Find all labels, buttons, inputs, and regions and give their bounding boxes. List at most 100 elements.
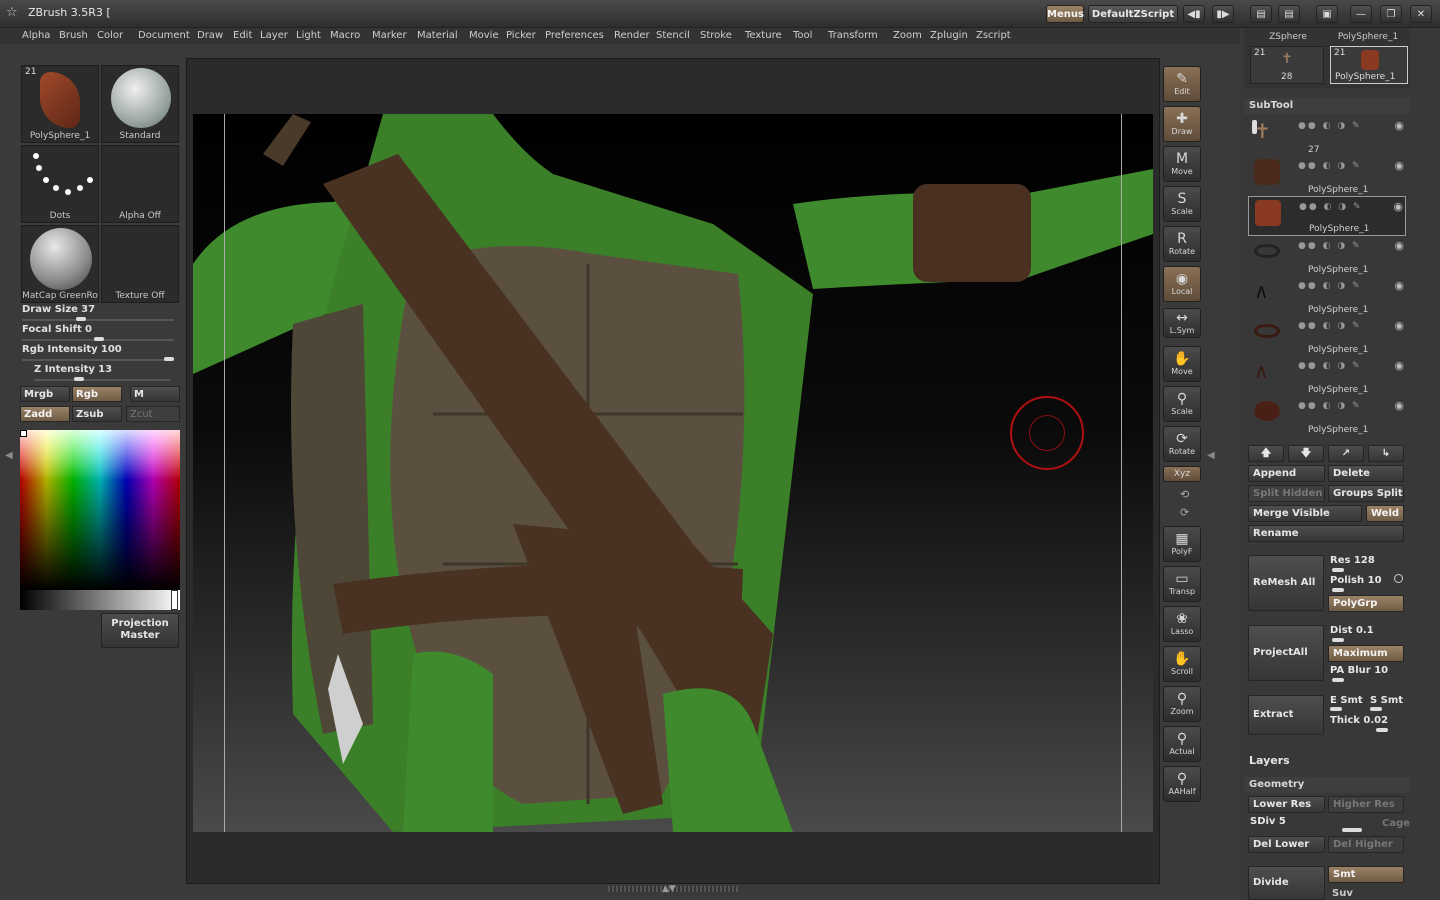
higher-res-button[interactable]: Higher Res <box>1328 796 1404 813</box>
menu-material[interactable]: Material <box>417 28 458 44</box>
polish-slider[interactable]: Polish 10 <box>1330 575 1382 586</box>
lasso-button[interactable]: ❀ Lasso <box>1163 606 1201 642</box>
right-tray-toggle-icon[interactable]: ◀ <box>1207 450 1215 466</box>
subtool-header[interactable]: SubTool <box>1244 98 1410 114</box>
eye-icon[interactable]: ◉ <box>1394 119 1404 132</box>
menu-stencil[interactable]: Stencil <box>656 28 690 44</box>
groups-split-button[interactable]: Groups Split <box>1328 485 1404 502</box>
material-thumb[interactable]: MatCap GreenRo <box>21 225 99 303</box>
slider-knob[interactable] <box>94 337 104 341</box>
draw-size-slider[interactable]: Draw Size 37 <box>22 304 178 322</box>
tray-left-icon[interactable]: ▤ <box>1250 5 1272 23</box>
polygrp-button[interactable]: PolyGrp <box>1328 595 1404 612</box>
menu-picker[interactable]: Picker <box>506 28 536 44</box>
cage-button[interactable]: Cage <box>1382 818 1410 829</box>
remesh-all-button[interactable]: ReMesh All <box>1248 555 1324 611</box>
rename-button[interactable]: Rename <box>1248 525 1404 542</box>
scroll-button[interactable]: ✋ Scroll <box>1163 646 1201 682</box>
focal-shift-slider[interactable]: Focal Shift 0 <box>22 324 178 342</box>
e-smt-slider[interactable]: E Smt <box>1330 695 1363 706</box>
subtool-toggles[interactable]: ●● ◐ ◑ ✎ <box>1298 361 1362 371</box>
scale-mode-button[interactable]: S Scale <box>1163 186 1201 222</box>
subtool-item[interactable]: ∧ ●● ◐ ◑ ✎ ◉ PolySphere_1 <box>1248 356 1406 396</box>
layout-next-icon[interactable]: ▮▶ <box>1212 5 1234 23</box>
menu-zoom[interactable]: Zoom <box>893 28 922 44</box>
subtool-item[interactable]: ●● ◐ ◑ ✎ ◉ PolySphere_1 <box>1248 156 1406 196</box>
suv-button[interactable]: Suv <box>1332 888 1353 899</box>
subtool-toggles[interactable]: ●● ◐ ◑ ✎ <box>1299 202 1363 212</box>
subtool-item[interactable]: ●● ◐ ◑ ✎ ◉ PolySphere_1 <box>1248 236 1406 276</box>
zcut-button[interactable]: Zcut <box>126 406 180 422</box>
mrgb-button[interactable]: Mrgb <box>20 386 70 402</box>
menu-texture[interactable]: Texture <box>745 28 782 44</box>
texture-thumb[interactable]: Texture Off <box>101 225 179 303</box>
layout-prev-icon[interactable]: ◀▮ <box>1183 5 1205 23</box>
z-intensity-slider[interactable]: Z Intensity 13 <box>34 364 174 382</box>
dist-knob[interactable] <box>1332 638 1344 642</box>
subtool-toggles[interactable]: ●● ◐ ◑ ✎ <box>1298 321 1362 331</box>
smt-button[interactable]: Smt <box>1328 866 1404 883</box>
projection-master-button[interactable]: Projection Master <box>101 613 179 648</box>
weld-button[interactable]: Weld <box>1366 505 1404 522</box>
menu-transform[interactable]: Transform <box>828 28 878 44</box>
divide-button[interactable]: Divide <box>1248 866 1325 900</box>
merge-visible-button[interactable]: Merge Visible <box>1248 505 1362 522</box>
zadd-button[interactable]: Zadd <box>20 406 70 422</box>
rgb-button[interactable]: Rgb <box>72 386 122 402</box>
menu-draw[interactable]: Draw <box>197 28 223 44</box>
extract-button[interactable]: Extract <box>1248 695 1324 735</box>
rotate-y-icon[interactable]: ⟲ <box>1180 488 1189 501</box>
alpha-thumb[interactable]: Alpha Off <box>101 145 179 223</box>
pa-blur-knob[interactable] <box>1332 678 1344 682</box>
menu-tool[interactable]: Tool <box>793 28 812 44</box>
res-slider[interactable]: Res 128 <box>1330 555 1375 566</box>
subtool-toggles[interactable]: ●● ◐ ◑ ✎ <box>1298 161 1362 171</box>
lower-res-button[interactable]: Lower Res <box>1248 796 1325 813</box>
arrow-right-up-icon[interactable]: ↗ <box>1328 445 1364 462</box>
menu-marker[interactable]: Marker <box>372 28 407 44</box>
del-higher-button[interactable]: Del Higher <box>1328 836 1404 853</box>
move-view-button[interactable]: ✋ Move <box>1163 346 1201 382</box>
gray-strip[interactable] <box>20 590 180 610</box>
sdiv-slider[interactable]: SDiv 5 <box>1250 816 1286 827</box>
eye-icon[interactable]: ◉ <box>1394 159 1404 172</box>
polish-toggle-icon[interactable] <box>1394 574 1403 583</box>
eye-icon[interactable]: ◉ <box>1394 319 1404 332</box>
menu-macro[interactable]: Macro <box>330 28 360 44</box>
rgb-intensity-slider[interactable]: Rgb Intensity 100 <box>22 344 178 362</box>
eye-icon[interactable]: ◉ <box>1394 239 1404 252</box>
menu-alpha[interactable]: Alpha <box>22 28 50 44</box>
subtool-item[interactable]: ●● ◐ ◑ ✎ ◉ PolySphere_1 <box>1248 316 1406 356</box>
rotate-mode-button[interactable]: R Rotate <box>1163 226 1201 262</box>
move-down-icon[interactable]: 🡇 <box>1288 445 1324 462</box>
polyf-button[interactable]: ▦ PolyF <box>1163 526 1201 562</box>
menu-preferences[interactable]: Preferences <box>545 28 604 44</box>
transp-button[interactable]: ▭ Transp <box>1163 566 1201 602</box>
thick-slider[interactable]: Thick 0.02 <box>1330 715 1388 726</box>
menu-movie[interactable]: Movie <box>469 28 499 44</box>
menus-button[interactable]: Menus <box>1046 5 1084 23</box>
rotate-z-icon[interactable]: ⟳ <box>1180 506 1189 519</box>
subtool-item[interactable]: ∧ ●● ◐ ◑ ✎ ◉ PolySphere_1 <box>1248 276 1406 316</box>
subtool-toggles[interactable]: ●● ◐ ◑ ✎ <box>1298 401 1362 411</box>
arrow-down-right-icon[interactable]: ↳ <box>1368 445 1404 462</box>
color-picker[interactable] <box>20 430 180 590</box>
menu-color[interactable]: Color <box>97 28 123 44</box>
rotate-view-button[interactable]: ⟳ Rotate <box>1163 426 1201 462</box>
projectall-button[interactable]: ProjectAll <box>1248 625 1324 681</box>
split-hidden-button[interactable]: Split Hidden <box>1248 485 1325 502</box>
move-mode-button[interactable]: M Move <box>1163 146 1201 182</box>
local-button[interactable]: ◉ Local <box>1163 266 1201 302</box>
m-button[interactable]: M <box>130 386 180 402</box>
close-icon[interactable]: ✕ <box>1410 5 1432 23</box>
xyz-button[interactable]: Xyz <box>1163 466 1201 482</box>
eye-icon[interactable]: ◉ <box>1394 359 1404 372</box>
menu-zscript[interactable]: Zscript <box>976 28 1011 44</box>
edit-button[interactable]: ✎ Edit <box>1163 66 1201 102</box>
menu-document[interactable]: Document <box>138 28 190 44</box>
subtool-toggles[interactable]: ●● ◐ ◑ ✎ <box>1298 241 1362 251</box>
menu-layer[interactable]: Layer <box>260 28 288 44</box>
slider-knob[interactable] <box>164 357 174 361</box>
thick-knob[interactable] <box>1376 728 1388 732</box>
tray-right-icon[interactable]: ▤ <box>1278 5 1300 23</box>
